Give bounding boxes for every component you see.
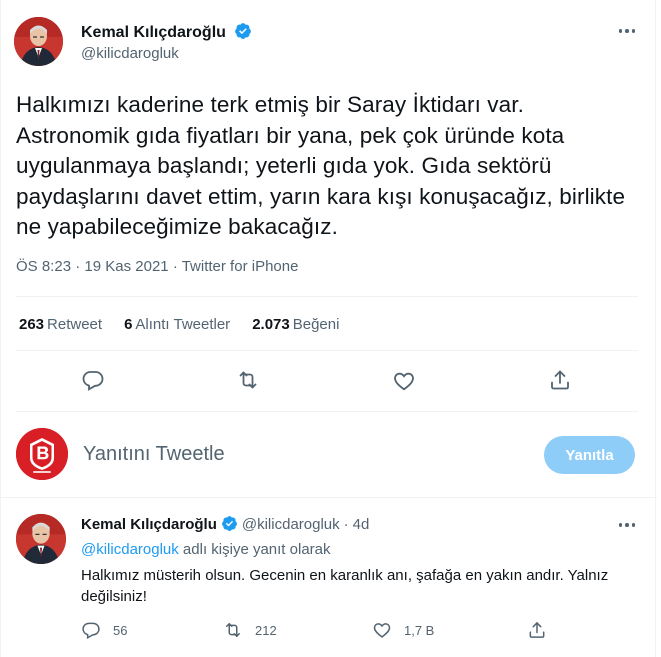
likes-stat[interactable]: 2.073 Beğeni <box>252 316 339 333</box>
divider <box>16 350 638 351</box>
author-avatar[interactable] <box>14 17 63 66</box>
verified-badge-icon <box>234 22 252 45</box>
meta-separator: · <box>172 258 178 275</box>
reply-icon[interactable] <box>81 620 101 640</box>
like-count: 1,7 B <box>404 622 435 638</box>
author-name[interactable]: Kemal Kılıçdaroğlu <box>81 22 252 45</box>
retweets-count: 263 <box>19 316 45 333</box>
brand-logo-icon[interactable] <box>16 428 68 480</box>
reply-icon[interactable] <box>81 368 105 392</box>
quotes-count: 6 <box>124 316 133 333</box>
reply-author-handle[interactable]: @kilicdarogluk <box>242 516 340 533</box>
author-handle[interactable]: @kilicdarogluk <box>81 45 179 62</box>
quotes-stat[interactable]: 6 Alıntı Tweetler <box>124 316 230 333</box>
like-icon[interactable] <box>372 620 392 640</box>
tweet-date[interactable]: 19 Kas 2021 <box>84 258 168 275</box>
likes-count: 2.073 <box>252 316 290 333</box>
divider <box>1 497 657 498</box>
reply-retweet-action[interactable]: 212 <box>223 620 277 640</box>
reply-count: 56 <box>113 622 128 638</box>
replying-to: @kilicdarogluk adlı kişiye yanıt olarak <box>81 541 331 558</box>
reply-time[interactable]: 4d <box>353 516 370 533</box>
verified-badge-icon <box>221 515 238 536</box>
retweets-stat[interactable]: 263 Retweet <box>19 316 102 333</box>
reply-button[interactable]: Yanıtla <box>544 436 635 474</box>
reply-header: Kemal Kılıçdaroğlu @kilicdarogluk · 4d <box>81 515 369 536</box>
tweet-meta: ÖS 8:23 · 19 Kas 2021 · Twitter for iPho… <box>16 258 298 275</box>
tweet-stats: 263 Retweet 6 Alıntı Tweetler 2.073 Beğeni <box>19 316 339 333</box>
more-options-icon[interactable] <box>615 21 639 41</box>
reply-tweet-text: Halkımız müsterih olsun. Gecenin en kara… <box>81 567 609 605</box>
likes-label: Beğeni <box>292 316 340 333</box>
retweet-icon[interactable] <box>223 620 243 640</box>
reply-composer-input[interactable]: Yanıtını Tweetle <box>83 443 225 466</box>
more-options-icon[interactable] <box>615 515 639 535</box>
reply-like-action[interactable]: 1,7 B <box>372 620 434 640</box>
divider <box>16 411 638 412</box>
reply-author-name[interactable]: Kemal Kılıçdaroğlu <box>81 516 217 533</box>
quotes-label: Alıntı Tweetler <box>135 316 231 333</box>
tweet-source[interactable]: Twitter for iPhone <box>182 258 299 275</box>
author-name-text[interactable]: Kemal Kılıçdaroğlu <box>81 24 226 41</box>
tweet-text: Halkımızı kaderine terk etmiş bir Saray … <box>16 92 626 239</box>
tweet-time[interactable]: ÖS 8:23 <box>16 258 71 275</box>
share-icon[interactable] <box>548 368 572 392</box>
share-icon[interactable] <box>527 620 547 640</box>
divider <box>16 296 638 297</box>
retweets-label: Retweet <box>47 316 103 333</box>
reply-to-mention[interactable]: @kilicdarogluk <box>81 541 179 558</box>
retweet-count: 212 <box>255 622 277 638</box>
like-icon[interactable] <box>392 369 416 393</box>
tweet-detail-panel: Kemal Kılıçdaroğlu @kilicdarogluk Halkım… <box>0 0 657 657</box>
reply-to-suffix: adlı kişiye yanıt olarak <box>178 541 331 558</box>
reply-author-avatar[interactable] <box>16 514 66 564</box>
reply-share-action[interactable] <box>527 620 547 640</box>
header-separator: · <box>343 516 349 533</box>
meta-separator: · <box>75 258 81 275</box>
reply-reply-action[interactable]: 56 <box>81 620 127 640</box>
retweet-icon[interactable] <box>236 368 260 392</box>
